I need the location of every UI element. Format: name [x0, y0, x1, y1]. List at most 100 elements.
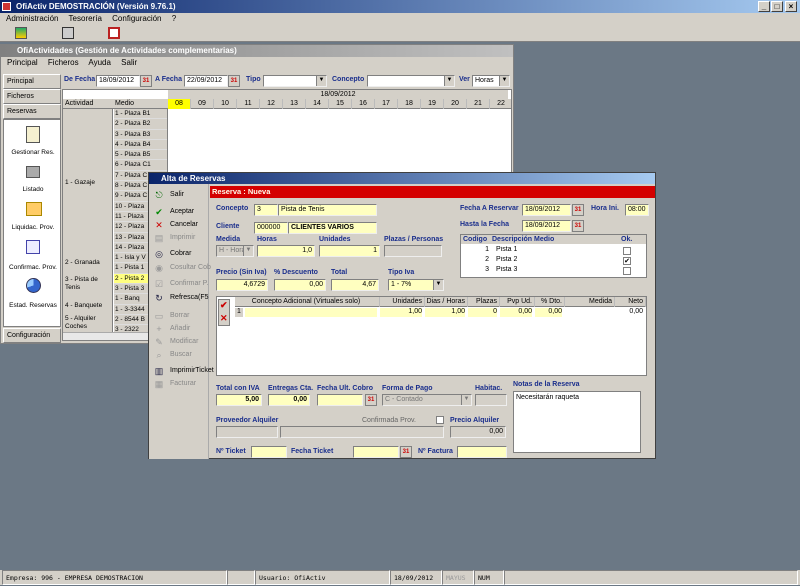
notas-textarea[interactable]: Necesitarán raqueta: [513, 391, 641, 453]
confirmada-checkbox[interactable]: [436, 416, 444, 424]
plazas-input[interactable]: [384, 245, 442, 257]
descuento-input[interactable]: 0,00: [274, 279, 326, 291]
medio-row[interactable]: 5 - Plaza B5: [114, 150, 167, 161]
tool-invoice[interactable]: ▦ Facturar: [153, 377, 196, 390]
medio-row[interactable]: 4 - Plaza B4: [114, 140, 167, 151]
fecha-ticket-input[interactable]: [353, 446, 399, 458]
chevron-down-icon[interactable]: ▼: [433, 280, 443, 290]
tool-confirm[interactable]: ☑ Confirmar P.: [153, 277, 208, 290]
tool-delete[interactable]: ▭ Borrar: [153, 309, 190, 322]
chevron-down-icon[interactable]: ▼: [316, 76, 326, 86]
sidebar-item-listado[interactable]: Listado: [4, 186, 62, 193]
sidebar-item-gestionar[interactable]: Gestionar Res.: [4, 149, 62, 156]
tipo-iva-select[interactable]: 1 - 7% ▼: [388, 279, 444, 291]
total-input[interactable]: 4,67: [331, 279, 379, 291]
line-cell-dias[interactable]: 1,00: [425, 308, 465, 317]
concepto-name-input[interactable]: Pista de Tenis: [278, 204, 377, 216]
tool-ticket[interactable]: ▥ ImprimirTicket: [153, 364, 214, 377]
unidades-input[interactable]: 1: [319, 245, 380, 257]
sidebar-item-liquidac[interactable]: Liquidac. Prov.: [4, 224, 62, 231]
forma-pago-select[interactable]: C - Contado ▼: [382, 394, 472, 406]
hasta-input[interactable]: 18/09/2012: [522, 220, 571, 232]
cliente-name-input[interactable]: CLIENTES VARIOS: [288, 222, 377, 234]
menu-help[interactable]: ?: [172, 14, 176, 23]
calendar-icon[interactable]: 31: [228, 75, 240, 87]
chevron-down-icon[interactable]: ▼: [461, 395, 471, 405]
tool-edit[interactable]: ✎ Modificar: [153, 335, 198, 348]
lines-table[interactable]: Concepto Adicional (Virtuales solo) Unida…: [216, 296, 647, 376]
line-cell-pvp[interactable]: 0,00: [500, 308, 532, 317]
lines-row-selector[interactable]: ✔ ✕: [218, 299, 230, 326]
medio-ok-checkbox[interactable]: [623, 267, 631, 275]
tool-coins[interactable]: ◎ Cobrar: [153, 247, 191, 260]
folder-icon[interactable]: [26, 202, 42, 216]
precio-input[interactable]: 4,6729: [216, 279, 268, 291]
de-fecha-input[interactable]: 18/09/2012: [96, 75, 140, 87]
concepto-code-input[interactable]: 3: [254, 204, 278, 216]
proveedor-code-input[interactable]: [216, 426, 278, 438]
sidebar-principal[interactable]: Principal: [3, 74, 61, 89]
ver-select[interactable]: Horas ▼: [472, 75, 510, 87]
medio-ok-checkbox[interactable]: [623, 247, 631, 255]
fecha-reservar-input[interactable]: 18/09/2012: [522, 204, 571, 216]
close-button[interactable]: ×: [785, 1, 797, 12]
tool-search-money[interactable]: ◉ Cosultar Cob: [153, 261, 211, 274]
tool-refresh[interactable]: ↻ Refresca(F5: [153, 291, 208, 304]
windows-icon[interactable]: [62, 27, 74, 39]
medio-row[interactable]: 6 - Plaza C1: [114, 160, 167, 171]
list-icon[interactable]: [26, 240, 40, 254]
sidebar-item-estad[interactable]: Estad. Reservas: [4, 302, 62, 309]
menu-ficheros[interactable]: Ficheros: [48, 58, 79, 67]
tool-check[interactable]: ✔ Aceptar: [153, 205, 194, 218]
ticket-input[interactable]: [251, 446, 287, 458]
medio-row[interactable]: 1 - Plaza B1: [114, 109, 167, 120]
sidebar-reservas[interactable]: Reservas: [3, 104, 61, 119]
habitac-input[interactable]: [475, 394, 507, 406]
line-cell-plazas[interactable]: 0: [468, 308, 497, 317]
accounts-icon[interactable]: [15, 27, 27, 39]
check-icon[interactable]: ✔: [220, 300, 228, 311]
medio-row[interactable]: 3 - Plaza B3: [114, 130, 167, 140]
menu-administracion[interactable]: Administración: [6, 14, 58, 23]
sidebar-ficheros[interactable]: Ficheros: [3, 89, 61, 104]
pie-chart-icon[interactable]: [26, 278, 41, 293]
factura-input[interactable]: [457, 446, 507, 458]
line-cell-dto[interactable]: 0,00: [535, 308, 562, 317]
tool-cross[interactable]: ✕ Cancelar: [153, 218, 198, 231]
tool-printer[interactable]: ▤ Imprimir: [153, 231, 196, 244]
a-fecha-input[interactable]: 22/09/2012: [184, 75, 228, 87]
calendar-icon[interactable]: 31: [572, 220, 584, 232]
sidebar-configuracion[interactable]: Configuración: [3, 328, 61, 343]
tool-exit[interactable]: ⎋ Salir: [153, 188, 184, 201]
medida-select[interactable]: H - Hora ▼: [216, 245, 254, 257]
calendar-icon[interactable]: 31: [365, 394, 377, 406]
calendar-icon[interactable]: 31: [400, 446, 412, 458]
printer-icon[interactable]: [26, 166, 40, 178]
medio-ok-checkbox[interactable]: ✔: [623, 257, 631, 265]
calendar-icon[interactable]: 31: [572, 204, 584, 216]
chevron-down-icon[interactable]: ▼: [444, 76, 454, 86]
chevron-down-icon[interactable]: ▼: [243, 246, 253, 256]
line-cell-medida[interactable]: [565, 308, 612, 317]
proveedor-name-input[interactable]: [280, 426, 444, 438]
tool-search[interactable]: ⌕ Buscar: [153, 348, 191, 361]
fecha-cobro-input[interactable]: [317, 394, 363, 406]
calendar-icon[interactable]: 31: [140, 75, 152, 87]
menu-tesoreria[interactable]: Tesorería: [69, 14, 102, 23]
menu-salir[interactable]: Salir: [121, 58, 137, 67]
clipboard-icon[interactable]: [26, 126, 40, 143]
precio-alq-input[interactable]: 0,00: [450, 426, 506, 438]
sidebar-item-confirmac[interactable]: Confirmac. Prov.: [4, 264, 62, 271]
line-cell-concepto[interactable]: [245, 308, 377, 317]
horas-input[interactable]: 1,0: [257, 245, 315, 257]
chevron-down-icon[interactable]: ▼: [499, 76, 509, 86]
menu-configuracion[interactable]: Configuración: [112, 14, 161, 23]
cross-icon[interactable]: ✕: [220, 313, 228, 324]
tool-add[interactable]: + Añadir: [153, 322, 190, 335]
hora-ini-input[interactable]: 08:00: [625, 204, 649, 216]
line-cell-unidades[interactable]: 1,00: [380, 308, 422, 317]
line-cell-neto[interactable]: 0,00: [615, 308, 643, 317]
exit-app-icon[interactable]: [108, 27, 120, 39]
entregas-input[interactable]: 0,00: [268, 394, 310, 406]
menu-principal[interactable]: Principal: [7, 58, 38, 67]
